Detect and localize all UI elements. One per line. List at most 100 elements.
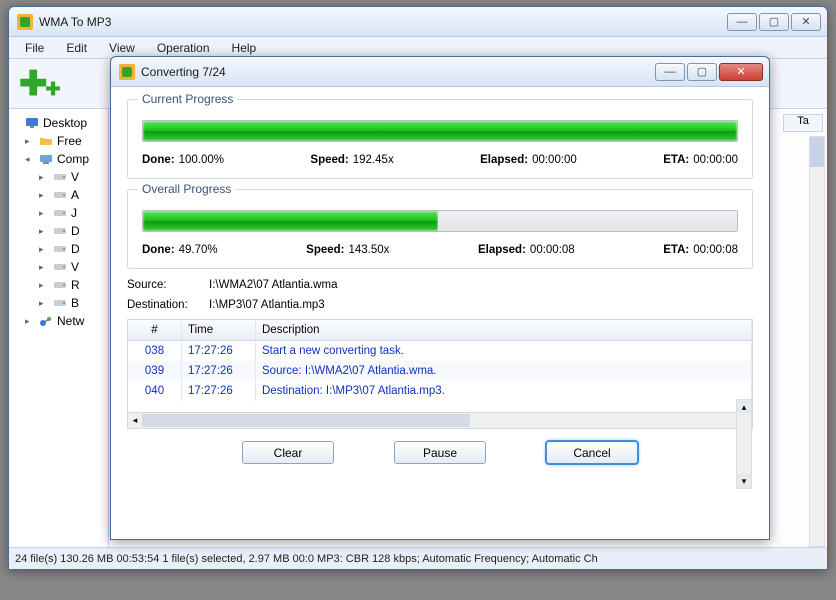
- tree-item-d[interactable]: ▸D: [11, 222, 106, 240]
- folder-icon: [39, 135, 53, 147]
- log-table: # Time Description 03817:27:26Start a ne…: [127, 319, 753, 413]
- log-header-desc[interactable]: Description: [256, 320, 752, 340]
- log-row[interactable]: 04017:27:26Destination: I:\MP3\07 Atlant…: [128, 381, 752, 401]
- tree-label: A: [71, 188, 79, 202]
- menu-operation[interactable]: Operation: [147, 39, 220, 57]
- tree-pane[interactable]: Desktop▸Free◂Comp▸V▸A▸J▸D▸D▸V▸R▸B▸Netw: [9, 110, 109, 547]
- tree-toggle-icon[interactable]: ▸: [25, 316, 35, 327]
- tree-toggle-icon[interactable]: ▸: [39, 208, 49, 219]
- tree-label: B: [71, 296, 79, 310]
- main-titlebar[interactable]: WMA To MP3 — ▢ ✕: [9, 7, 827, 37]
- tree-item-free[interactable]: ▸ Free: [11, 132, 106, 150]
- current-progress-bar: [142, 120, 738, 142]
- log-body[interactable]: 03817:27:26Start a new converting task.0…: [128, 341, 752, 412]
- log-time: 17:27:26: [182, 381, 256, 401]
- overall-speed-label: Speed:: [306, 244, 344, 256]
- tree-item-netw[interactable]: ▸Netw: [11, 312, 106, 330]
- add-icon[interactable]: ✚: [19, 64, 48, 104]
- drive-icon: [53, 297, 67, 309]
- scroll-left-icon[interactable]: ◂: [128, 415, 142, 426]
- column-header-ta[interactable]: Ta: [783, 114, 823, 132]
- tree-item-v[interactable]: ▸V: [11, 258, 106, 276]
- destination-row: Destination: I:\MP3\07 Atlantia.mp3: [127, 299, 753, 311]
- hscroll-thumb[interactable]: [142, 414, 470, 427]
- pause-button[interactable]: Pause: [394, 441, 486, 464]
- scroll-down-icon[interactable]: ▾: [737, 474, 751, 488]
- current-progress-title: Current Progress: [138, 92, 237, 106]
- tree-toggle-icon[interactable]: ◂: [25, 154, 35, 165]
- tree-item-a[interactable]: ▸A: [11, 186, 106, 204]
- tree-toggle-icon[interactable]: ▸: [39, 226, 49, 237]
- dialog-maximize-button[interactable]: ▢: [687, 63, 717, 81]
- current-done-label: Done:: [142, 154, 175, 166]
- menu-edit[interactable]: Edit: [56, 39, 97, 57]
- tree-toggle-icon[interactable]: ▸: [39, 262, 49, 273]
- overall-elapsed-label: Elapsed:: [478, 244, 526, 256]
- close-button[interactable]: ✕: [791, 13, 821, 31]
- destination-label: Destination:: [127, 299, 199, 311]
- tree-label: Desktop: [43, 116, 87, 130]
- tree-label: D: [71, 224, 80, 238]
- dialog-minimize-button[interactable]: —: [655, 63, 685, 81]
- tree-toggle-icon[interactable]: ▸: [39, 190, 49, 201]
- log-header-num[interactable]: #: [128, 320, 182, 340]
- log-header-time[interactable]: Time: [182, 320, 256, 340]
- tree-label: Free: [57, 134, 82, 148]
- status-text: 24 file(s) 130.26 MB 00:53:54 1 file(s) …: [15, 553, 598, 565]
- main-window-controls: — ▢ ✕: [727, 13, 821, 31]
- add-small-icon[interactable]: ✚: [46, 79, 61, 100]
- log-num: 040: [128, 381, 182, 401]
- tree-item-j[interactable]: ▸J: [11, 204, 106, 222]
- cancel-button[interactable]: Cancel: [546, 441, 638, 464]
- clear-button[interactable]: Clear: [242, 441, 334, 464]
- tree-item-d[interactable]: ▸D: [11, 240, 106, 258]
- scroll-up-icon[interactable]: ▴: [737, 400, 751, 414]
- overall-elapsed-value: 00:00:08: [530, 244, 575, 256]
- convert-dialog: Converting 7/24 — ▢ ✕ Current Progress D…: [110, 56, 770, 540]
- tree-toggle-icon[interactable]: ▸: [39, 280, 49, 291]
- dialog-title: Converting 7/24: [141, 65, 655, 79]
- log-header[interactable]: # Time Description: [128, 320, 752, 341]
- log-vscrollbar[interactable]: ▴ ▾: [736, 399, 752, 489]
- menu-view[interactable]: View: [99, 39, 145, 57]
- tree-item-b[interactable]: ▸B: [11, 294, 106, 312]
- overall-speed-value: 143.50x: [349, 244, 390, 256]
- drive-icon: [53, 189, 67, 201]
- log-num: 038: [128, 341, 182, 361]
- log-desc: Source: I:\WMA2\07 Atlantia.wma.: [256, 361, 752, 381]
- dialog-icon: [119, 64, 135, 80]
- menu-help[interactable]: Help: [222, 39, 267, 57]
- tree-label: V: [71, 260, 79, 274]
- minimize-button[interactable]: —: [727, 13, 757, 31]
- maximize-button[interactable]: ▢: [759, 13, 789, 31]
- tree-item-comp[interactable]: ◂ Comp: [11, 150, 106, 168]
- destination-value: I:\MP3\07 Atlantia.mp3: [209, 299, 325, 311]
- computer-icon: [39, 153, 53, 165]
- tree-item-v[interactable]: ▸V: [11, 168, 106, 186]
- tree-toggle-icon[interactable]: ▸: [39, 244, 49, 255]
- drive-icon: [53, 207, 67, 219]
- log-hscrollbar[interactable]: ◂ ▸: [127, 413, 753, 429]
- tree-label: J: [71, 206, 77, 220]
- current-speed-value: 192.45x: [353, 154, 394, 166]
- dialog-buttons: Clear Pause Cancel: [127, 441, 753, 464]
- log-row[interactable]: 03917:27:26Source: I:\WMA2\07 Atlantia.w…: [128, 361, 752, 381]
- tree-item-r[interactable]: ▸R: [11, 276, 106, 294]
- network-icon: [39, 315, 53, 327]
- current-elapsed-value: 00:00:00: [532, 154, 577, 166]
- overall-done-value: 49.70%: [179, 244, 218, 256]
- vertical-scrollbar[interactable]: [809, 136, 825, 547]
- drive-icon: [53, 261, 67, 273]
- tree-toggle-icon[interactable]: ▸: [39, 298, 49, 309]
- dialog-close-button[interactable]: ✕: [719, 63, 763, 81]
- tree-label: Comp: [57, 152, 89, 166]
- dialog-titlebar[interactable]: Converting 7/24 — ▢ ✕: [111, 57, 769, 87]
- tree-item-desktop[interactable]: Desktop: [11, 114, 106, 132]
- drive-icon: [53, 243, 67, 255]
- overall-progress-bar: [142, 210, 738, 232]
- log-desc: Start a new converting task.: [256, 341, 752, 361]
- tree-toggle-icon[interactable]: ▸: [25, 136, 35, 147]
- log-row[interactable]: 03817:27:26Start a new converting task.: [128, 341, 752, 361]
- tree-toggle-icon[interactable]: ▸: [39, 172, 49, 183]
- menu-file[interactable]: File: [15, 39, 54, 57]
